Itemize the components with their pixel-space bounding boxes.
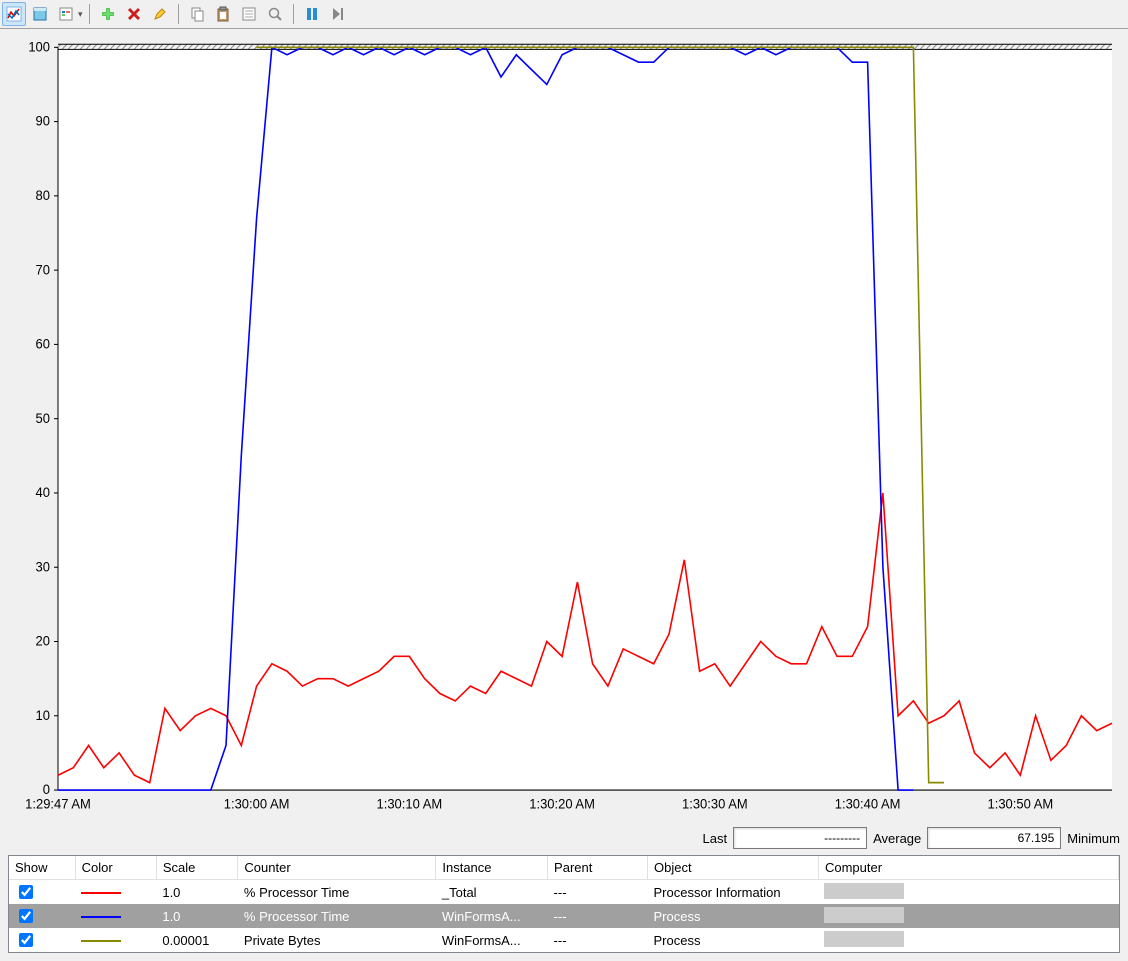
counters-legend: ShowColorScaleCounterInstanceParentObjec… [8, 855, 1120, 953]
svg-text:1:30:10 AM: 1:30:10 AM [376, 796, 442, 811]
legend-header-counter[interactable]: Counter [238, 856, 436, 880]
svg-text:100: 100 [28, 39, 50, 54]
counter-cell: Private Bytes [238, 928, 436, 952]
parent-cell: --- [548, 928, 648, 952]
object-cell: Process [647, 928, 818, 952]
performance-chart: 0 10 20 30 40 50 60 70 80 90 100 1:29:47 AM 1:30:00 … [8, 37, 1120, 821]
computer-cell [818, 904, 1118, 928]
svg-text:1:30:40 AM: 1:30:40 AM [835, 796, 901, 811]
legend-header-object[interactable]: Object [647, 856, 818, 880]
svg-text:1:30:30 AM: 1:30:30 AM [682, 796, 748, 811]
svg-text:30: 30 [36, 559, 50, 574]
computer-cell [818, 880, 1118, 905]
legend-row[interactable]: 0.00001Private BytesWinFormsA...---Proce… [9, 928, 1119, 952]
show-checkbox[interactable] [19, 909, 33, 923]
svg-text:0: 0 [43, 782, 50, 797]
show-checkbox[interactable] [19, 885, 33, 899]
properties-button[interactable] [237, 2, 261, 26]
paste-button[interactable] [211, 2, 235, 26]
svg-text:90: 90 [36, 114, 50, 129]
instance-cell: WinFormsA... [436, 904, 548, 928]
svg-text:50: 50 [36, 411, 50, 426]
legend-header-scale[interactable]: Scale [156, 856, 238, 880]
instance-cell: WinFormsA... [436, 928, 548, 952]
svg-text:1:30:50 AM: 1:30:50 AM [988, 796, 1054, 811]
counter-cell: % Processor Time [238, 904, 436, 928]
legend-header-color[interactable]: Color [75, 856, 156, 880]
svg-text:1:29:47 AM: 1:29:47 AM [25, 796, 91, 811]
legend-header-parent[interactable]: Parent [548, 856, 648, 880]
last-value: --------- [733, 827, 867, 849]
computer-cell [818, 928, 1118, 952]
view-report-button[interactable] [54, 2, 78, 26]
legend-header-instance[interactable]: Instance [436, 856, 548, 880]
stats-bar: Last --------- Average 67.195 Minimum [0, 821, 1128, 855]
svg-text:1:30:00 AM: 1:30:00 AM [224, 796, 290, 811]
zoom-button[interactable] [263, 2, 287, 26]
svg-text:40: 40 [36, 485, 50, 500]
add-counter-button[interactable] [96, 2, 120, 26]
view-histogram-button[interactable] [28, 2, 52, 26]
svg-text:1:30:20 AM: 1:30:20 AM [529, 796, 595, 811]
scale-cell: 0.00001 [156, 928, 238, 952]
last-label: Last [703, 831, 728, 846]
svg-text:20: 20 [36, 633, 50, 648]
object-cell: Process [647, 904, 818, 928]
instance-cell: _Total [436, 880, 548, 905]
view-line-chart-button[interactable] [2, 2, 26, 26]
color-swatch [81, 940, 121, 942]
legend-row[interactable]: 1.0% Processor Time_Total---Processor In… [9, 880, 1119, 905]
svg-text:80: 80 [36, 188, 50, 203]
counter-cell: % Processor Time [238, 880, 436, 905]
chart-area[interactable]: 0 10 20 30 40 50 60 70 80 90 100 1:29:47 AM 1:30:00 … [8, 37, 1120, 821]
svg-text:10: 10 [36, 708, 50, 723]
legend-row[interactable]: 1.0% Processor TimeWinFormsA...---Proces… [9, 904, 1119, 928]
color-swatch [81, 916, 121, 918]
highlight-button[interactable] [148, 2, 172, 26]
scale-cell: 1.0 [156, 904, 238, 928]
svg-text:70: 70 [36, 262, 50, 277]
toolbar: ▾ [0, 0, 1128, 29]
object-cell: Processor Information [647, 880, 818, 905]
copy-button[interactable] [185, 2, 209, 26]
dropdown-caret[interactable]: ▾ [78, 9, 83, 20]
show-checkbox[interactable] [19, 933, 33, 947]
legend-header-show[interactable]: Show [9, 856, 75, 880]
freeze-display-button[interactable] [300, 2, 324, 26]
color-swatch [81, 892, 121, 894]
minimum-label: Minimum [1067, 831, 1120, 846]
scale-cell: 1.0 [156, 880, 238, 905]
svg-text:60: 60 [36, 336, 50, 351]
average-label: Average [873, 831, 921, 846]
update-data-button[interactable] [326, 2, 350, 26]
average-value: 67.195 [927, 827, 1061, 849]
parent-cell: --- [548, 880, 648, 905]
parent-cell: --- [548, 904, 648, 928]
legend-header-computer[interactable]: Computer [818, 856, 1118, 880]
delete-counter-button[interactable] [122, 2, 146, 26]
